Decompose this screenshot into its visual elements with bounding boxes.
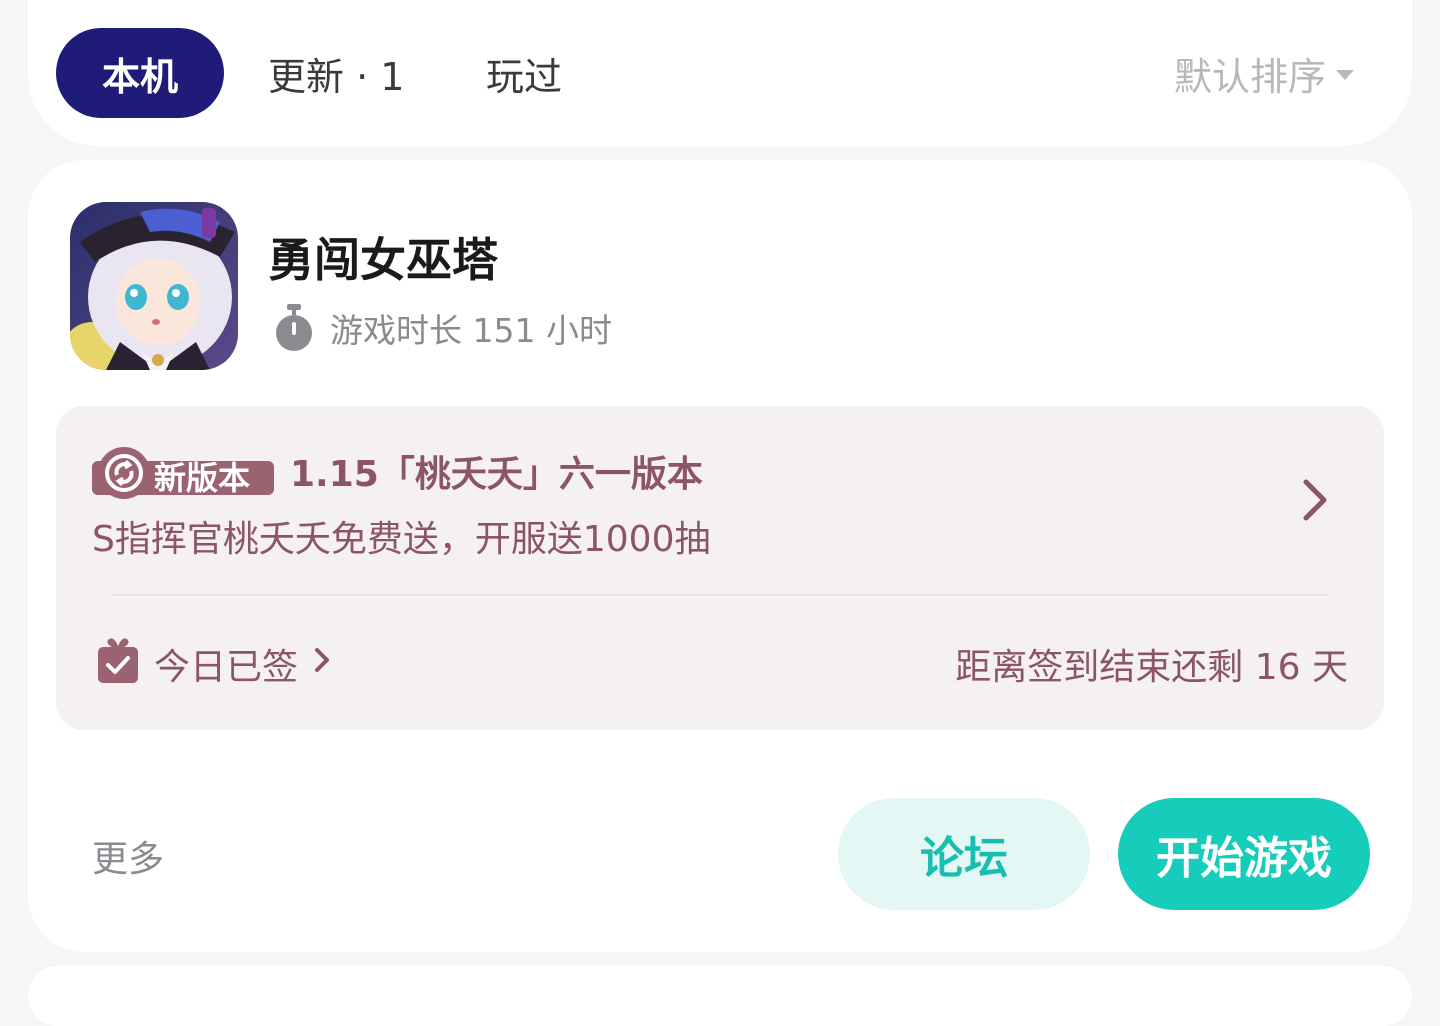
checkin-remaining: 距离签到结束还剩 16 天 [955, 647, 1348, 688]
checkin-label: 今日已签 [154, 647, 299, 688]
refresh-icon [98, 447, 150, 499]
sort-label: 默认排序 [1173, 54, 1326, 99]
version-description: S指挥官桃夭夭免费送，开服送1000抽 [92, 519, 711, 560]
new-version-badge: 新版本 [92, 447, 274, 499]
game-title[interactable]: 勇闯女巫塔 [268, 224, 498, 290]
start-game-button[interactable]: 开始游戏 [1118, 798, 1370, 910]
game-card: 勇闯女巫塔 游戏时长 151 小时 新版本 1.15「桃夭夭」六一版本 S指挥官… [28, 160, 1412, 952]
next-game-card [28, 966, 1412, 1026]
tab-played[interactable]: 玩过 [486, 28, 562, 118]
tab-local[interactable]: 本机 [56, 28, 224, 118]
new-version-label: 新版本 [154, 459, 251, 497]
playtime-text: 游戏时长 151 小时 [330, 311, 612, 350]
version-title: 1.15「桃夭夭」六一版本 [290, 454, 703, 495]
chevron-right-small-icon [312, 644, 332, 685]
playtime-row: 游戏时长 151 小时 [272, 304, 612, 352]
checkin-link[interactable]: 今日已签 [96, 636, 332, 692]
caret-down-icon [1336, 70, 1354, 80]
forum-button[interactable]: 论坛 [838, 798, 1090, 910]
chevron-right-icon[interactable] [1294, 476, 1334, 524]
divider [112, 594, 1328, 596]
more-button[interactable]: 更多 [92, 830, 164, 882]
game-app-icon[interactable] [70, 202, 238, 370]
tab-updates[interactable]: 更新 · 1 [268, 28, 404, 118]
version-header: 新版本 1.15「桃夭夭」六一版本 [92, 446, 703, 499]
version-panel[interactable]: 新版本 1.15「桃夭夭」六一版本 S指挥官桃夭夭免费送，开服送1000抽 今日… [56, 406, 1384, 730]
sort-dropdown[interactable]: 默认排序 [1174, 28, 1354, 118]
stopwatch-icon [272, 304, 316, 352]
gift-check-icon [96, 636, 140, 693]
filter-tab-bar: 本机 更新 · 1 玩过 默认排序 [28, 0, 1412, 146]
